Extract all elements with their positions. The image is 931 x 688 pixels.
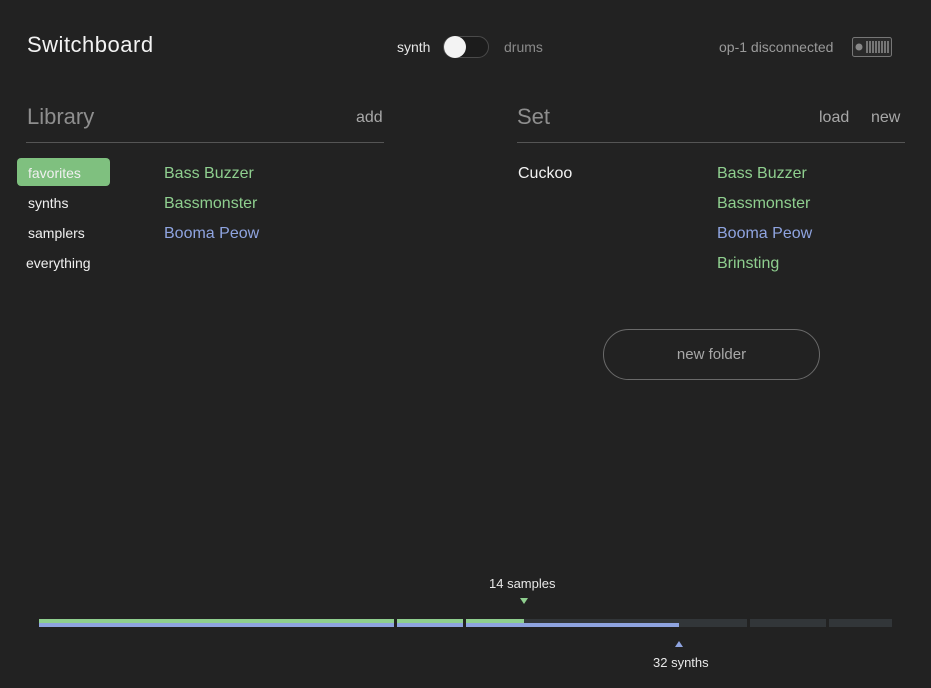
category-samplers[interactable]: samplers	[28, 225, 85, 241]
library-preset-item[interactable]: Booma Peow	[164, 225, 259, 243]
set-load-button[interactable]: load	[819, 109, 849, 127]
mode-drums-label[interactable]: drums	[504, 39, 543, 55]
mode-toggle[interactable]	[443, 36, 489, 58]
usage-segment	[750, 619, 826, 627]
usage-segment	[466, 619, 747, 627]
usage-segment	[39, 619, 394, 627]
library-add-button[interactable]: add	[356, 109, 383, 127]
synths-marker-icon	[675, 641, 683, 647]
app-title: Switchboard	[27, 32, 154, 57]
set-preset-item[interactable]: Booma Peow	[717, 225, 812, 243]
library-preset-item[interactable]: Bassmonster	[164, 195, 257, 213]
toggle-knob[interactable]	[444, 36, 466, 58]
library-preset-item[interactable]: Bass Buzzer	[164, 165, 254, 183]
category-favorites[interactable]: favorites	[17, 158, 110, 186]
category-everything[interactable]: everything	[26, 255, 91, 271]
category-synths[interactable]: synths	[28, 195, 68, 211]
samples-count-label: 14 samples	[489, 576, 556, 591]
samples-marker-icon	[520, 598, 528, 604]
set-preset-item[interactable]: Brinsting	[717, 255, 779, 273]
keyboard-icon	[852, 37, 892, 57]
set-new-button[interactable]: new	[871, 109, 900, 127]
device-status: op-1 disconnected	[719, 39, 834, 55]
set-preset-item[interactable]: Bassmonster	[717, 195, 810, 213]
set-folder-item[interactable]: Cuckoo	[518, 165, 572, 183]
mode-synth-label[interactable]: synth	[397, 39, 430, 55]
library-title: Library	[27, 104, 95, 129]
set-divider	[517, 142, 905, 143]
new-folder-button[interactable]: new folder	[603, 329, 820, 380]
set-preset-item[interactable]: Bass Buzzer	[717, 165, 807, 183]
set-title: Set	[517, 104, 551, 129]
usage-segment	[829, 619, 892, 627]
library-divider	[26, 142, 384, 143]
usage-segment	[397, 619, 463, 627]
synths-count-label: 32 synths	[653, 655, 709, 670]
